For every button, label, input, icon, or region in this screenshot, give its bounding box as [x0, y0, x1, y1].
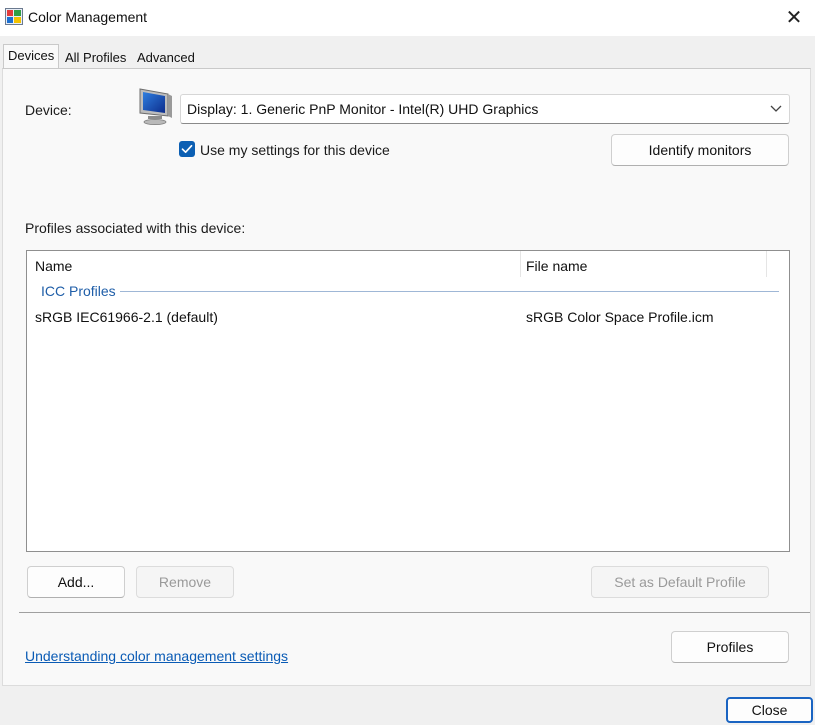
- column-header-name[interactable]: Name: [35, 258, 72, 274]
- monitor-icon: [139, 88, 172, 126]
- dialog-footer: [0, 686, 815, 725]
- close-icon: ✕: [785, 6, 803, 29]
- identify-monitors-button[interactable]: Identify monitors: [611, 134, 789, 166]
- set-default-profile-button[interactable]: Set as Default Profile: [591, 566, 769, 598]
- tab-strip: Devices All Profiles Advanced: [0, 36, 815, 69]
- add-button[interactable]: Add...: [27, 566, 125, 598]
- checkmark-icon: [181, 144, 193, 154]
- understanding-color-management-link[interactable]: Understanding color management settings: [25, 648, 288, 664]
- device-dropdown-value: Display: 1. Generic PnP Monitor - Intel(…: [187, 101, 539, 117]
- title-bar: Color Management ✕: [0, 0, 815, 36]
- profile-row-name[interactable]: sRGB IEC61966-2.1 (default): [35, 309, 218, 325]
- remove-button[interactable]: Remove: [136, 566, 234, 598]
- profiles-section-label: Profiles associated with this device:: [25, 220, 246, 236]
- close-button[interactable]: Close: [726, 697, 813, 723]
- use-my-settings-label: Use my settings for this device: [200, 142, 390, 158]
- column-header-file-name[interactable]: File name: [526, 258, 587, 274]
- chevron-down-icon: [770, 105, 782, 112]
- tab-all-profiles[interactable]: All Profiles: [60, 46, 131, 68]
- column-separator: [520, 251, 521, 277]
- device-dropdown[interactable]: Display: 1. Generic PnP Monitor - Intel(…: [180, 94, 790, 124]
- color-management-icon: [5, 8, 23, 25]
- group-divider: [120, 291, 779, 292]
- section-divider: [19, 612, 810, 613]
- profiles-button[interactable]: Profiles: [671, 631, 789, 663]
- tab-advanced[interactable]: Advanced: [132, 46, 200, 68]
- tab-devices[interactable]: Devices: [3, 44, 60, 69]
- group-header-icc-profiles: ICC Profiles: [41, 283, 116, 299]
- use-my-settings-checkbox[interactable]: [179, 141, 195, 157]
- device-label: Device:: [25, 102, 72, 118]
- column-separator: [766, 251, 767, 277]
- window-close-button[interactable]: ✕: [779, 3, 809, 31]
- profiles-list[interactable]: Name File name ICC Profiles sRGB IEC6196…: [26, 250, 790, 552]
- profile-row-file[interactable]: sRGB Color Space Profile.icm: [526, 309, 714, 325]
- window-title: Color Management: [28, 9, 148, 25]
- devices-panel: Device: Display: 1. Generic PnP Monitor …: [2, 68, 811, 686]
